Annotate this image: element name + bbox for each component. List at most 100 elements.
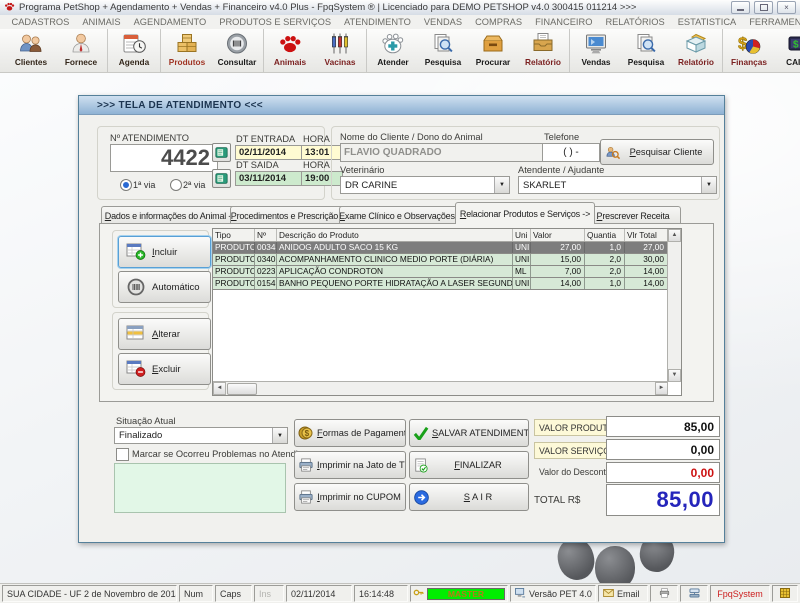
imprimir-jato-button[interactable]: Imprimir na Jato de Tinta bbox=[294, 451, 406, 479]
toolbar-button-vendas[interactable]: Vendas bbox=[571, 29, 621, 72]
calendar-entrada-button[interactable] bbox=[212, 143, 231, 162]
menu-cadastros[interactable]: CADASTROS bbox=[5, 17, 76, 27]
veterinario-select[interactable]: DR CARINE ▼ bbox=[340, 176, 510, 194]
tab-relacionar-produtos[interactable]: Relacionar Produtos e Serviços -> bbox=[455, 202, 595, 224]
toolbar-button-fornece[interactable]: Fornece bbox=[56, 29, 106, 72]
table-vertical-scrollbar[interactable]: ▲ ▼ bbox=[667, 229, 681, 382]
close-button[interactable]: × bbox=[777, 1, 796, 14]
incluir-button[interactable]: Incluir bbox=[118, 236, 211, 268]
numero-atendimento-label: Nº ATENDIMENTO bbox=[110, 133, 189, 143]
toolbar-button-caixa[interactable]: $ CAIXA bbox=[774, 29, 800, 72]
atendente-select[interactable]: SKARLET ▼ bbox=[518, 176, 717, 194]
finance-pie-icon: $ bbox=[736, 31, 762, 57]
menu-estatistica[interactable]: ESTATISTICA bbox=[671, 17, 743, 27]
tab-dados-animal[interactable]: Dados e informações do Animal -> bbox=[101, 206, 240, 224]
search-docs-icon bbox=[633, 31, 659, 57]
automatico-button[interactable]: Automático bbox=[118, 271, 211, 303]
attend-paw-icon bbox=[380, 31, 406, 57]
valor-servicos-field[interactable]: 0,00 bbox=[606, 439, 720, 460]
via1-radio[interactable] bbox=[120, 179, 132, 191]
menu-agendamento[interactable]: AGENDAMENTO bbox=[127, 17, 213, 27]
cliente-nome-field[interactable]: FLAVIO QUADRADO bbox=[340, 143, 544, 162]
toolbar-button-procurar[interactable]: Procurar bbox=[468, 29, 518, 72]
toolbar-button-consultar[interactable]: Consultar bbox=[212, 29, 262, 72]
menu-vendas[interactable]: VENDAS bbox=[417, 17, 468, 27]
telefone-field[interactable]: ( ) - bbox=[542, 143, 600, 162]
dt-saida-field[interactable]: 03/11/2014 bbox=[235, 171, 305, 186]
scrollbar-thumb[interactable] bbox=[227, 383, 257, 395]
group-cliente: Nome do Cliente / Dono do Animal FLAVIO … bbox=[331, 126, 720, 200]
scroll-up-icon[interactable]: ▲ bbox=[668, 229, 681, 242]
imprimir-cupom-button[interactable]: Imprimir no CUPOM bbox=[294, 483, 406, 511]
toolbar-button-pesquisa-vendas[interactable]: Pesquisa bbox=[621, 29, 671, 72]
pesquisar-cliente-button[interactable]: Pesquisar Cliente bbox=[600, 139, 714, 165]
toolbar-button-vacinas[interactable]: Vacinas bbox=[315, 29, 365, 72]
menu-animais[interactable]: ANIMAIS bbox=[76, 17, 127, 27]
svg-text:$: $ bbox=[305, 429, 310, 438]
check-icon bbox=[410, 426, 432, 440]
tab-prescrever-receita[interactable]: Prescrever Receita bbox=[585, 206, 681, 224]
produtos-table-data: Tipo Nº Descrição do Produto Uni Valor Q… bbox=[213, 229, 668, 382]
status-app-icon bbox=[772, 585, 798, 602]
toolbar-button-pesquisa-atend[interactable]: Pesquisa bbox=[418, 29, 468, 72]
chevron-down-icon: ▼ bbox=[701, 177, 716, 193]
via2-radio[interactable] bbox=[170, 179, 182, 191]
minimize-button[interactable] bbox=[731, 1, 750, 14]
status-system: FpqSystem bbox=[710, 585, 770, 602]
vaccines-icon bbox=[327, 31, 353, 57]
menu-produtos-servicos[interactable]: PRODUTOS E SERVIÇOS bbox=[213, 17, 338, 27]
menu-compras[interactable]: COMPRAS bbox=[469, 17, 529, 27]
cashbook-icon: $ bbox=[786, 31, 800, 57]
finalizar-button[interactable]: FINALIZAR bbox=[409, 451, 529, 479]
toolbar-button-clientes[interactable]: Clientes bbox=[6, 29, 56, 72]
observacoes-textarea[interactable] bbox=[114, 463, 286, 513]
menu-ferramentas[interactable]: FERRAMENTAS bbox=[743, 17, 800, 27]
scroll-down-icon[interactable]: ▼ bbox=[668, 369, 681, 382]
pesquisar-cliente-label: Pesquisar Cliente bbox=[623, 147, 709, 157]
table-horizontal-scrollbar[interactable]: ◄ ► bbox=[213, 381, 668, 395]
tab-procedimentos[interactable]: Procedimentos e Prescrição -> bbox=[230, 206, 349, 224]
table-row[interactable]: PRODUTO0154 BANHO PEQUENO PORTE HIDRATAÇ… bbox=[213, 278, 668, 290]
status-time: 16:14:48 bbox=[354, 585, 408, 602]
menu-financeiro[interactable]: FINANCEIRO bbox=[529, 17, 599, 27]
dt-entrada-field[interactable]: 02/11/2014 bbox=[235, 145, 305, 160]
tab-exame-clinico[interactable]: Exame Clínico e Observações -> bbox=[339, 206, 465, 224]
toolbar-button-produtos[interactable]: Produtos bbox=[162, 29, 212, 72]
menu-relatorios[interactable]: RELATÓRIOS bbox=[599, 17, 671, 27]
calendar-saida-button[interactable] bbox=[212, 169, 231, 188]
telefone-label: Telefone bbox=[544, 132, 579, 142]
total-field[interactable]: 85,00 bbox=[606, 484, 720, 516]
toolbar-button-atender[interactable]: Atender bbox=[368, 29, 418, 72]
group-numero-datas: Nº ATENDIMENTO 4422 1ª via 2ª via DT ENT… bbox=[97, 126, 325, 200]
menu-atendimento[interactable]: ATENDIMENTO bbox=[338, 17, 418, 27]
table-row[interactable]: PRODUTO0034 ANIDOG ADULTO SACO 15 KGUNI … bbox=[213, 242, 668, 254]
status-printer[interactable] bbox=[650, 585, 678, 602]
toolbar-button-financas[interactable]: $ Finanças bbox=[724, 29, 774, 72]
excluir-button[interactable]: Excluir bbox=[118, 353, 211, 385]
valor-produtos-field[interactable]: 85,00 bbox=[606, 416, 720, 437]
delete-row-icon bbox=[126, 360, 146, 378]
formas-pagamento-button[interactable]: $ Formas de Pagamento bbox=[294, 419, 406, 447]
atendimento-window: >>> TELA DE ATENDIMENTO <<< Nº ATENDIMEN… bbox=[78, 95, 725, 543]
toolbar-button-relatorio-vendas[interactable]: Relatório bbox=[671, 29, 721, 72]
toolbar-button-agenda[interactable]: Agenda bbox=[109, 29, 159, 72]
toolbar-button-relatorio-atend[interactable]: Relatório bbox=[518, 29, 568, 72]
printer-icon bbox=[295, 490, 317, 504]
restore-button[interactable] bbox=[754, 1, 773, 14]
status-email[interactable]: Email bbox=[598, 585, 648, 602]
desconto-field[interactable]: 0,00 bbox=[606, 462, 720, 483]
situacao-select[interactable]: Finalizado ▼ bbox=[114, 427, 288, 444]
problemas-checkbox[interactable] bbox=[116, 448, 129, 461]
scroll-right-icon[interactable]: ► bbox=[655, 382, 668, 395]
table-row[interactable]: PRODUTO0223 APLICAÇÃO CONDROTONML 7,002,… bbox=[213, 266, 668, 278]
scroll-left-icon[interactable]: ◄ bbox=[213, 382, 226, 395]
sair-button[interactable]: S A I R bbox=[409, 483, 529, 511]
salvar-atendimento-button[interactable]: SALVAR ATENDIMENTO bbox=[409, 419, 529, 447]
table-row[interactable]: PRODUTO0340 ACOMPANHAMENTO CLINICO MEDIO… bbox=[213, 254, 668, 266]
numero-atendimento-field[interactable]: 4422 bbox=[110, 144, 218, 172]
status-network[interactable] bbox=[680, 585, 708, 602]
alterar-button[interactable]: Alterar bbox=[118, 318, 211, 350]
report-tray-icon bbox=[530, 31, 556, 57]
toolbar-button-animais[interactable]: Animais bbox=[265, 29, 315, 72]
printer-icon bbox=[295, 458, 317, 472]
